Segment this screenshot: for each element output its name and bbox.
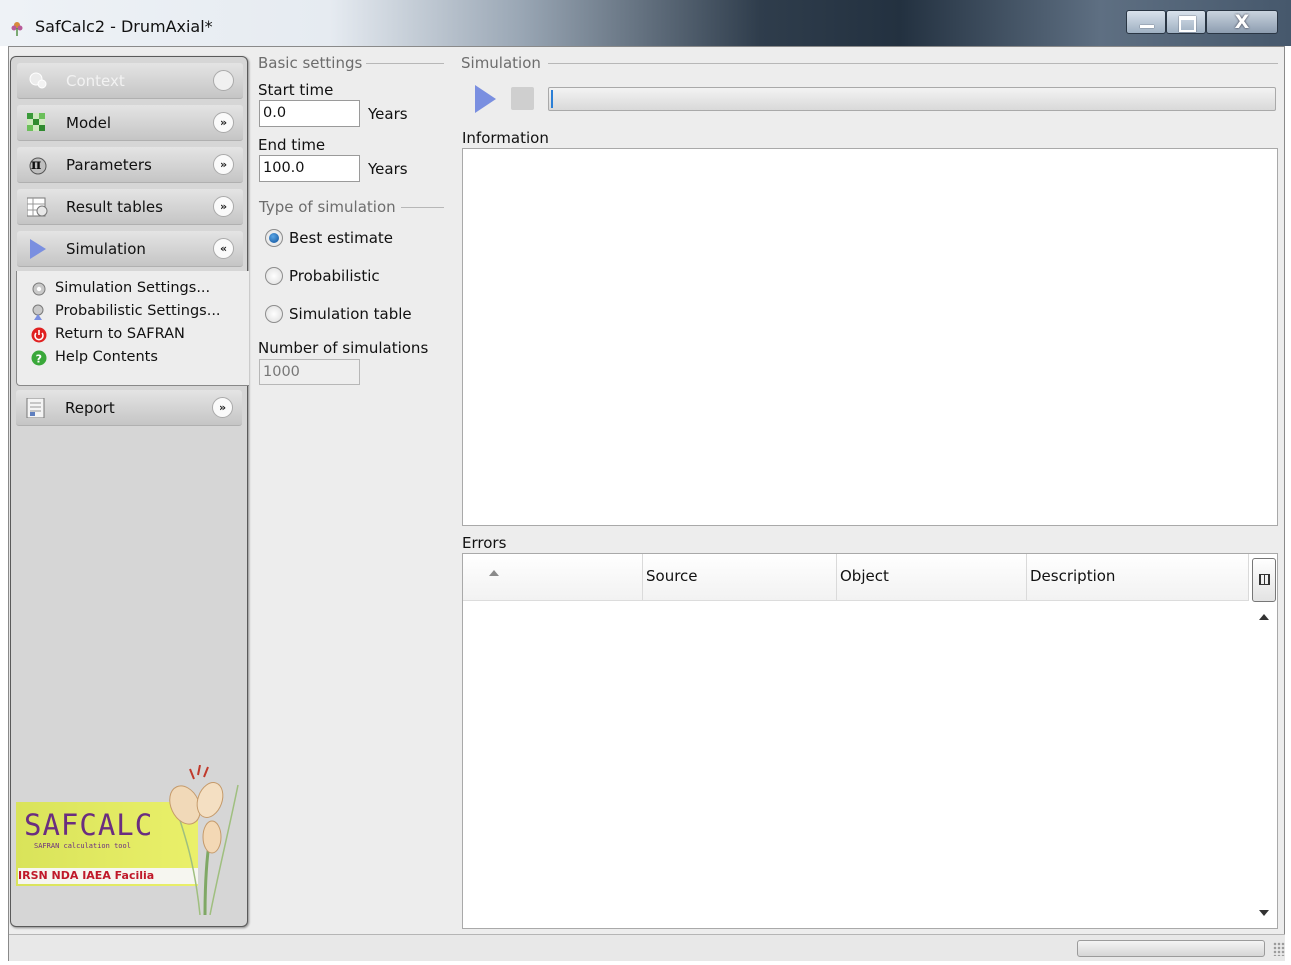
minimize-button[interactable] <box>1126 10 1166 34</box>
svg-text:?: ? <box>36 353 42 366</box>
chevron-down-icon[interactable]: » <box>213 112 234 133</box>
sidebar-item-simulation[interactable]: Simulation « <box>17 231 243 267</box>
column-header-description[interactable]: Description <box>1027 554 1249 600</box>
close-button[interactable]: X <box>1206 10 1278 34</box>
errors-table-header: Source Object Description <box>463 554 1249 601</box>
information-textarea[interactable] <box>462 148 1278 526</box>
model-icon <box>27 113 45 131</box>
start-time-input[interactable]: 0.0 <box>259 100 360 127</box>
column-control-button[interactable] <box>1252 558 1276 602</box>
progress-fill <box>551 90 553 108</box>
stop-button[interactable] <box>511 87 534 110</box>
number-of-simulations-label: Number of simulations <box>258 339 429 357</box>
power-icon <box>31 327 47 343</box>
status-progress-bar <box>1077 940 1265 957</box>
chevron-icon[interactable] <box>213 70 234 91</box>
sidebar-item-label: Parameters <box>66 156 152 174</box>
result-tables-icon <box>27 197 48 217</box>
sidebar-item-label: Context <box>66 72 125 90</box>
basic-settings-title: Basic settings <box>258 54 363 72</box>
sidebar-item-label: Simulation <box>66 240 146 258</box>
column-header-source[interactable]: Source <box>643 554 837 600</box>
simulation-icon <box>30 239 46 259</box>
radio-icon <box>265 267 283 285</box>
sidebar-item-result-tables[interactable]: Result tables » <box>17 189 243 225</box>
information-label: Information <box>462 129 549 147</box>
play-button[interactable] <box>473 84 497 114</box>
radio-selected-icon <box>265 229 283 247</box>
number-of-simulations-input[interactable]: 1000 <box>259 359 360 385</box>
chevron-down-icon[interactable]: » <box>213 196 234 217</box>
close-icon: X <box>1234 11 1250 33</box>
context-icon <box>29 72 47 89</box>
type-of-simulation-title: Type of simulation <box>259 198 396 216</box>
app-flower-icon <box>11 22 23 36</box>
simulation-progress-bar <box>548 87 1276 111</box>
svg-text:π: π <box>31 157 41 173</box>
resize-grip[interactable] <box>1273 942 1285 956</box>
scroll-up-arrow[interactable] <box>1259 614 1269 620</box>
radio-icon <box>265 305 283 323</box>
sort-ascending-icon <box>489 570 499 576</box>
chevron-down-icon[interactable]: » <box>213 154 234 175</box>
group-divider <box>548 63 1278 64</box>
probabilistic-icon <box>32 304 44 320</box>
sidebar-item-label: Report <box>65 399 115 417</box>
simulation-subpanel: Simulation Settings... Probabilistic Set… <box>16 271 249 386</box>
sidebar-item-parameters[interactable]: π Parameters » <box>17 147 243 183</box>
end-time-label: End time <box>258 136 326 154</box>
sidebar-item-report[interactable]: Report » <box>16 390 242 426</box>
sidebar-item-label: Model <box>66 114 112 132</box>
window-title: SafCalc2 - DrumAxial* <box>35 17 213 36</box>
end-time-input[interactable]: 100.0 <box>259 155 360 182</box>
sidebar-item-model[interactable]: Model » <box>17 105 243 141</box>
errors-label: Errors <box>462 534 507 552</box>
group-divider <box>401 207 444 208</box>
maximize-button[interactable] <box>1166 10 1206 34</box>
gear-icon <box>32 282 46 296</box>
sidebar-item-label: Result tables <box>66 198 163 216</box>
status-bar <box>9 934 1285 961</box>
simulation-title: Simulation <box>461 54 541 72</box>
start-time-unit: Years <box>368 105 408 123</box>
chevron-down-icon[interactable]: » <box>212 397 233 418</box>
parameters-icon: π <box>29 157 47 175</box>
column-header-object[interactable]: Object <box>837 554 1027 600</box>
start-time-label: Start time <box>258 81 334 99</box>
help-icon: ? <box>31 350 47 366</box>
group-divider <box>366 63 444 64</box>
errors-table[interactable]: Source Object Description <box>462 553 1278 929</box>
chevron-up-icon[interactable]: « <box>213 238 234 259</box>
title-bar: SafCalc2 - DrumAxial* X <box>0 0 1291 46</box>
sort-column-header[interactable] <box>463 554 643 600</box>
sidebar-item-context[interactable]: Context <box>17 63 243 99</box>
crocus-flower-icon <box>169 765 239 915</box>
scroll-down-arrow[interactable] <box>1259 910 1269 916</box>
report-icon <box>26 398 45 418</box>
end-time-unit: Years <box>368 160 408 178</box>
